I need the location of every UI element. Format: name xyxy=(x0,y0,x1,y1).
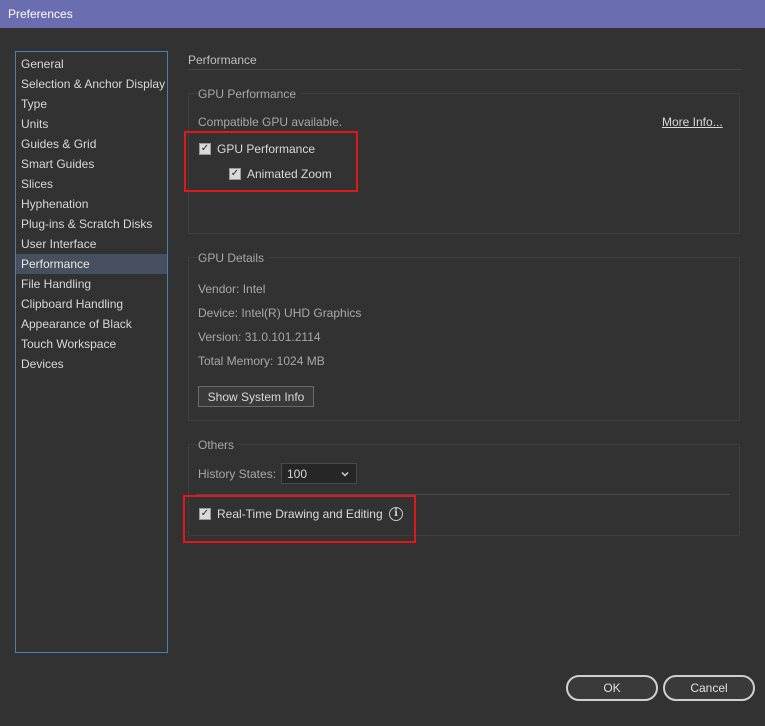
history-states-label: History States: xyxy=(198,467,277,481)
highlight-box-realtime xyxy=(183,495,416,543)
cancel-button[interactable]: Cancel xyxy=(663,675,755,701)
others-group-label: Others xyxy=(198,438,239,452)
title-divider xyxy=(188,69,741,70)
show-system-info-button[interactable]: Show System Info xyxy=(198,386,314,407)
sidebar-item-type[interactable]: Type xyxy=(16,94,167,114)
page-title: Performance xyxy=(188,53,257,67)
sidebar-item-user-interface[interactable]: User Interface xyxy=(16,234,167,254)
gpu-status-text: Compatible GPU available. xyxy=(198,115,343,129)
vendor-text: Vendor: Intel xyxy=(198,282,266,296)
sidebar-item-plugins-scratch-disks[interactable]: Plug-ins & Scratch Disks xyxy=(16,214,167,234)
sidebar-item-hyphenation[interactable]: Hyphenation xyxy=(16,194,167,214)
device-text: Device: Intel(R) UHD Graphics xyxy=(198,306,362,320)
gpu-performance-group-label: GPU Performance xyxy=(198,87,301,101)
sidebar-item-appearance-of-black[interactable]: Appearance of Black xyxy=(16,314,167,334)
sidebar-item-smart-guides[interactable]: Smart Guides xyxy=(16,154,167,174)
more-info-link[interactable]: More Info... xyxy=(662,115,723,129)
highlight-box-gpu xyxy=(184,131,358,192)
ok-button[interactable]: OK xyxy=(566,675,658,701)
preferences-sidebar: General Selection & Anchor Display Type … xyxy=(15,51,168,653)
history-states-value: 100 xyxy=(287,466,308,481)
sidebar-item-slices[interactable]: Slices xyxy=(16,174,167,194)
sidebar-item-units[interactable]: Units xyxy=(16,114,167,134)
sidebar-item-performance[interactable]: Performance xyxy=(16,254,167,274)
sidebar-item-file-handling[interactable]: File Handling xyxy=(16,274,167,294)
version-text: Version: 31.0.101.2114 xyxy=(198,330,321,344)
sidebar-item-clipboard-handling[interactable]: Clipboard Handling xyxy=(16,294,167,314)
sidebar-item-general[interactable]: General xyxy=(16,54,167,74)
gpu-details-group-label: GPU Details xyxy=(198,251,269,265)
sidebar-item-devices[interactable]: Devices xyxy=(16,354,167,374)
sidebar-item-guides-grid[interactable]: Guides & Grid xyxy=(16,134,167,154)
sidebar-item-touch-workspace[interactable]: Touch Workspace xyxy=(16,334,167,354)
history-states-select[interactable]: 100 xyxy=(281,463,357,484)
window-title-bar: Preferences xyxy=(0,0,765,28)
sidebar-item-selection-anchor-display[interactable]: Selection & Anchor Display xyxy=(16,74,167,94)
memory-text: Total Memory: 1024 MB xyxy=(198,354,325,368)
window-title: Preferences xyxy=(8,7,73,21)
chevron-down-icon xyxy=(340,468,350,482)
